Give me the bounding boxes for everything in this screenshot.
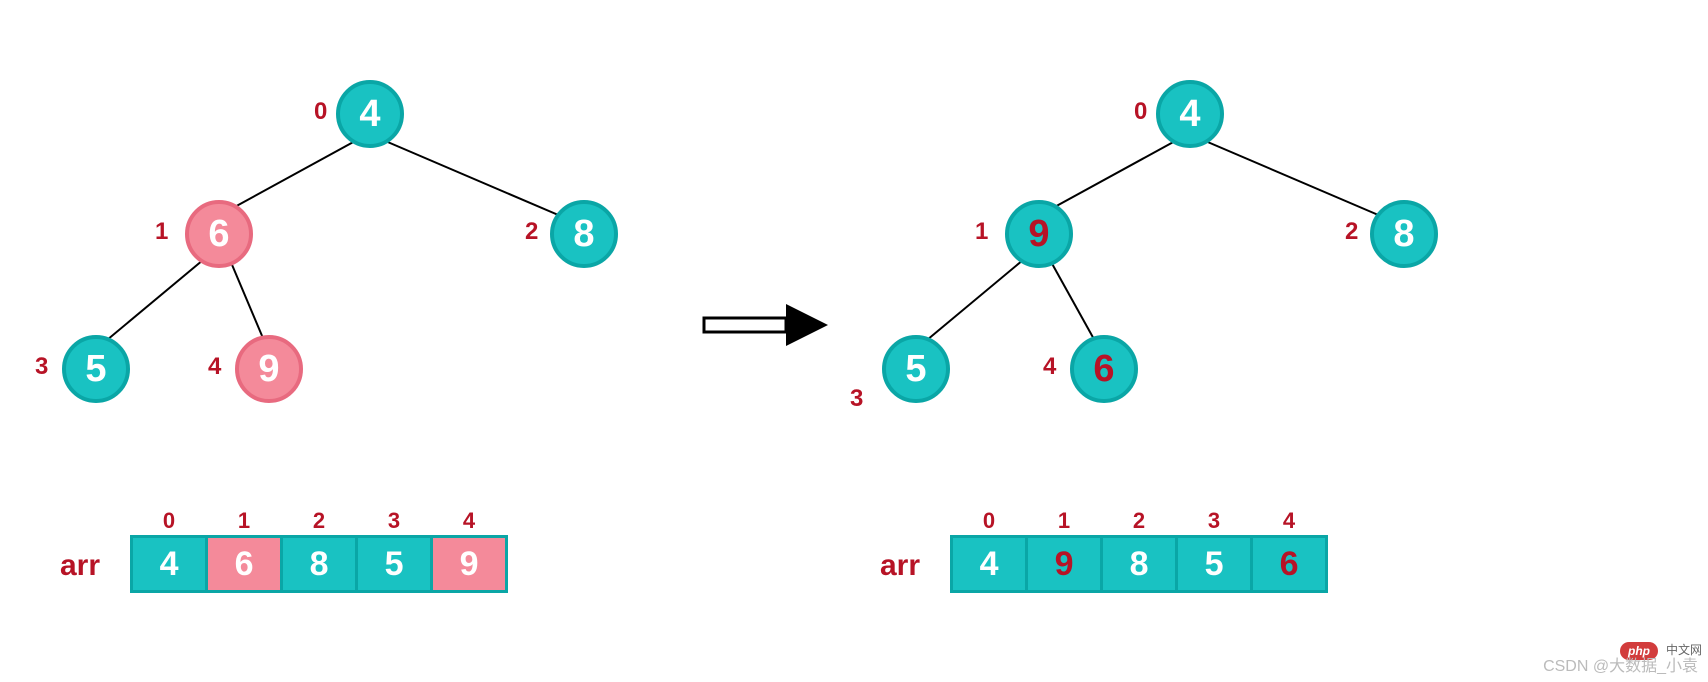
array-cell-4: 49 [430,535,508,593]
tree-node-2: 8 [1370,200,1438,268]
node-index-0: 0 [314,98,327,126]
node-value: 8 [573,213,594,256]
tree-node-3: 5 [62,335,130,403]
node-value: 9 [1028,213,1049,256]
cell-index: 3 [358,508,430,534]
tree-node-0: 4 [1156,80,1224,148]
node-value: 5 [905,348,926,391]
node-value: 9 [258,348,279,391]
node-index-2: 2 [525,218,538,246]
array-cell-3: 35 [1175,535,1253,593]
cell-value: 9 [460,545,479,584]
node-value: 6 [208,213,229,256]
cell-value: 8 [310,545,329,584]
left-tree: 4 0 6 1 8 2 5 3 9 4 [20,50,620,450]
cell-value: 4 [980,545,999,584]
cell-value: 4 [160,545,179,584]
cell-value: 5 [1205,545,1224,584]
cell-index: 2 [1103,508,1175,534]
tree-node-0: 4 [336,80,404,148]
watermark: CSDN @大数据_小袁 [1543,652,1698,676]
node-index-1: 1 [155,218,168,246]
tree-node-1: 6 [185,200,253,268]
node-index-3: 3 [850,385,863,413]
tree-node-4: 9 [235,335,303,403]
array-cell-4: 46 [1250,535,1328,593]
node-value: 4 [359,93,380,136]
cell-index: 3 [1178,508,1250,534]
cell-value: 9 [1055,545,1074,584]
cell-index: 4 [433,508,505,534]
node-index-4: 4 [1043,353,1056,381]
cell-index: 1 [1028,508,1100,534]
node-value: 6 [1093,348,1114,391]
cell-value: 6 [1280,545,1299,584]
arr-label: arr [60,549,100,593]
tree-node-2: 8 [550,200,618,268]
cell-index: 0 [953,508,1025,534]
right-array: arr 04 19 28 35 46 [880,535,1328,593]
node-index-4: 4 [208,353,221,381]
node-value: 4 [1179,93,1200,136]
right-tree: 4 0 9 1 8 2 5 3 6 4 [840,50,1440,450]
cell-value: 8 [1130,545,1149,584]
node-index-3: 3 [35,353,48,381]
array-cell-0: 04 [950,535,1028,593]
tree-node-4: 6 [1070,335,1138,403]
arr-label: arr [880,549,920,593]
node-value: 5 [85,348,106,391]
array-cell-2: 28 [280,535,358,593]
node-index-0: 0 [1134,98,1147,126]
array-cell-1: 16 [205,535,283,593]
cell-value: 5 [385,545,404,584]
node-index-2: 2 [1345,218,1358,246]
array-cell-0: 04 [130,535,208,593]
cell-value: 6 [235,545,254,584]
cell-index: 1 [208,508,280,534]
tree-node-1: 9 [1005,200,1073,268]
cell-index: 2 [283,508,355,534]
transition-arrow-icon [700,300,830,350]
tree-node-3: 5 [882,335,950,403]
cell-index: 4 [1253,508,1325,534]
array-cell-3: 35 [355,535,433,593]
array-cell-2: 28 [1100,535,1178,593]
array-cell-1: 19 [1025,535,1103,593]
node-index-1: 1 [975,218,988,246]
left-array: arr 04 16 28 35 49 [60,535,508,593]
cell-index: 0 [133,508,205,534]
node-value: 8 [1393,213,1414,256]
